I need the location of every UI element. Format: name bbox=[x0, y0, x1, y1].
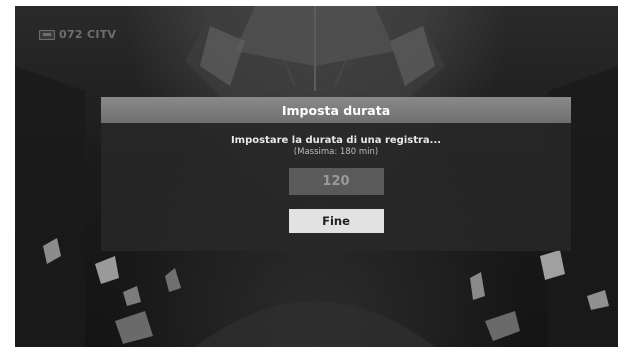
dialog-hint: (Massima: 180 min) bbox=[293, 147, 379, 157]
dialog-message: Impostare la durata di una registra... bbox=[230, 135, 442, 146]
set-duration-dialog: Imposta durata Impostare la durata di un… bbox=[101, 97, 571, 251]
duration-input[interactable]: 120 bbox=[288, 168, 384, 195]
dialog-header: Imposta durata bbox=[101, 97, 571, 123]
channel-label: 072 CITV bbox=[59, 28, 117, 41]
dialog-title: Imposta durata bbox=[281, 102, 391, 118]
channel-indicator: 072 CITV bbox=[39, 28, 116, 41]
tv-icon bbox=[39, 29, 55, 40]
tv-screen: 072 CITV Imposta durata Impostare la dur… bbox=[15, 6, 618, 347]
done-button[interactable]: Fine bbox=[288, 209, 384, 233]
